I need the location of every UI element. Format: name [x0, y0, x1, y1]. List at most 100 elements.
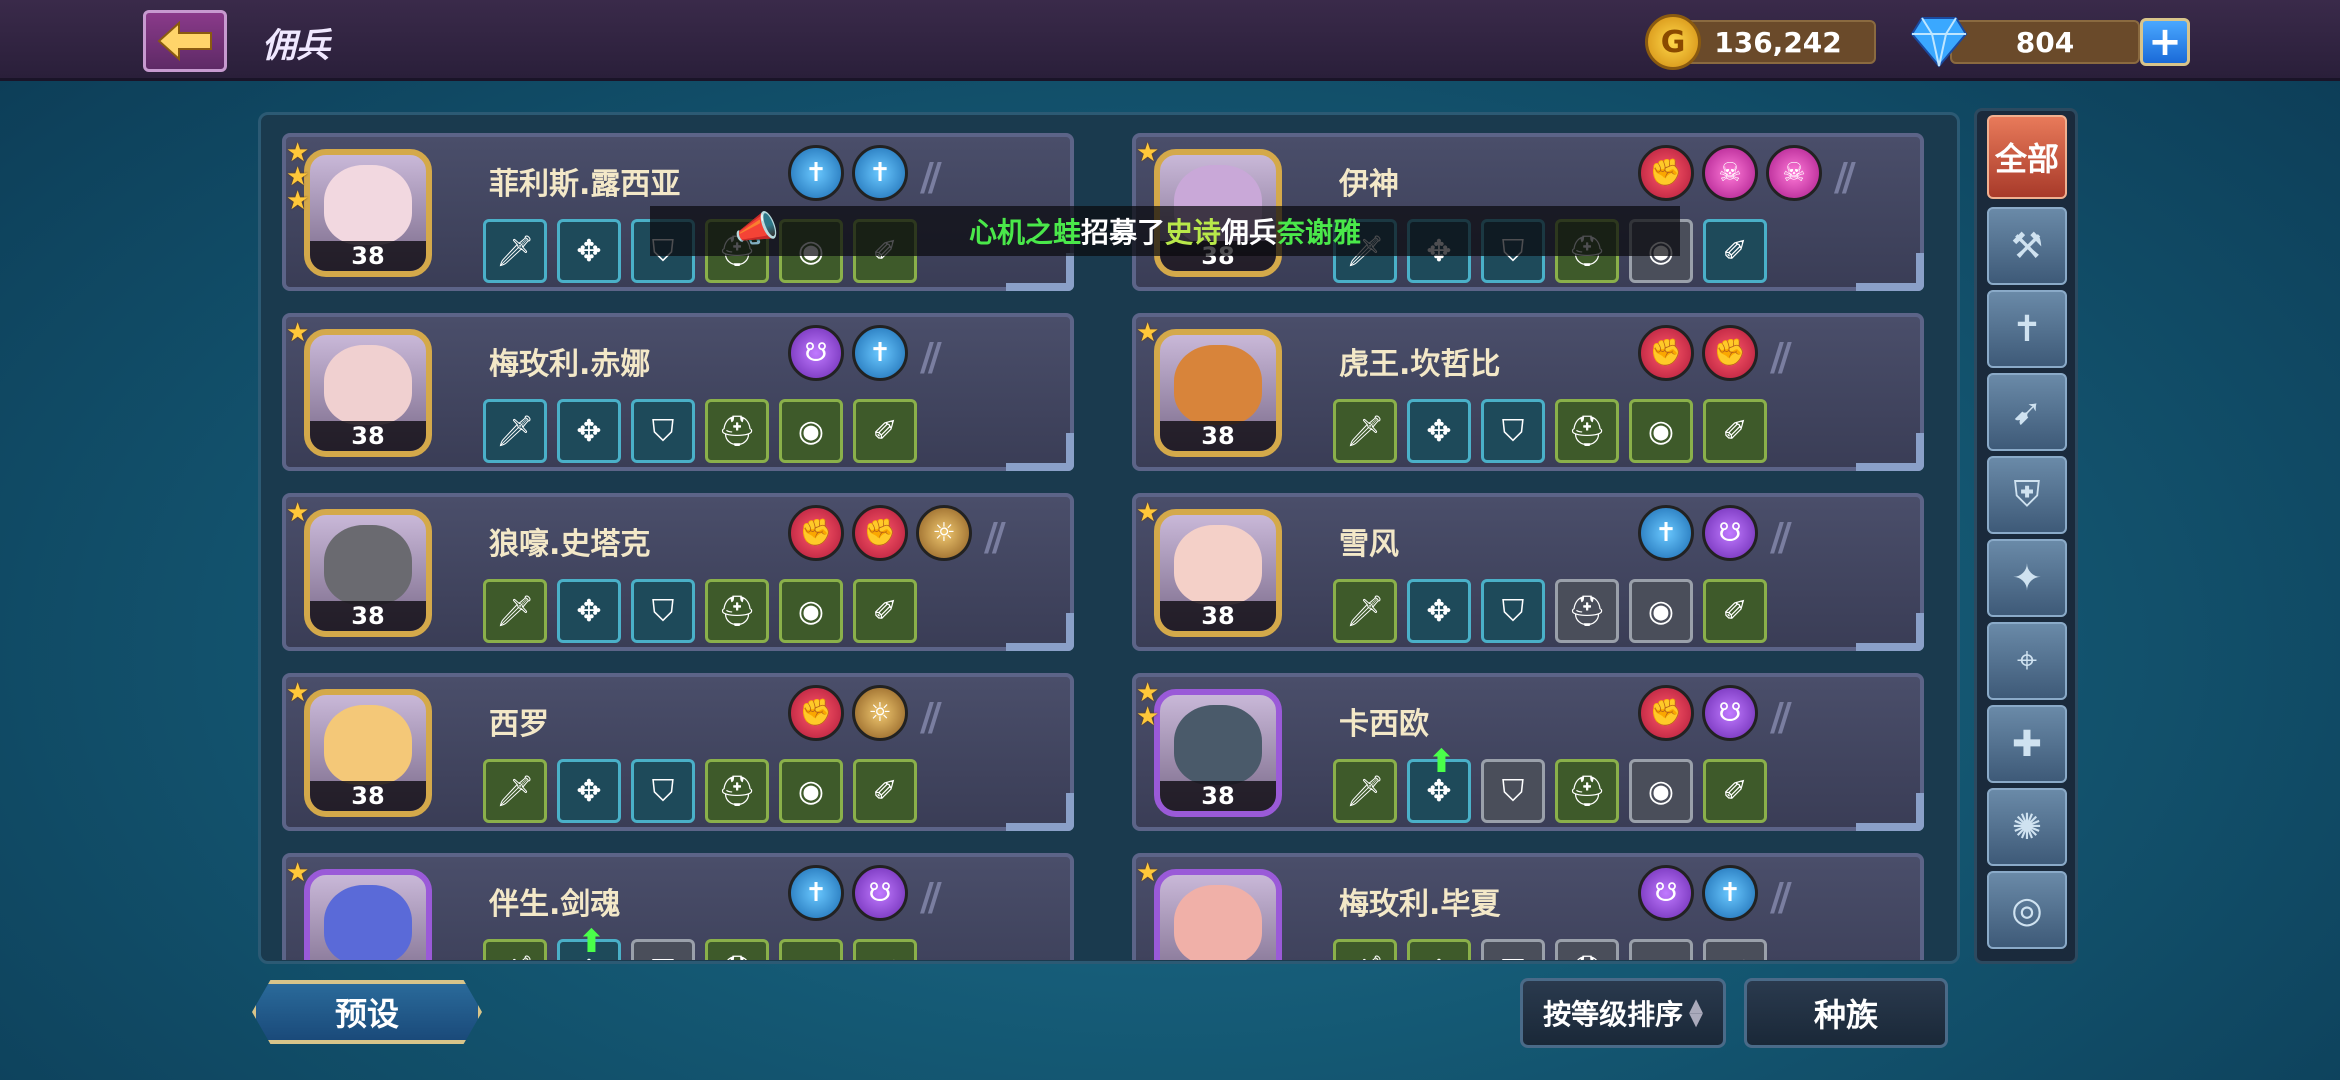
trait-blue-icon[interactable]: ✝ — [852, 325, 908, 381]
equipment-slot[interactable]: ✐ — [1703, 219, 1767, 283]
equipment-slot[interactable]: ✐ — [1703, 579, 1767, 643]
trait-pink-icon[interactable]: ☠ — [1702, 145, 1758, 201]
trait-gold-icon[interactable]: ☼ — [916, 505, 972, 561]
back-button[interactable] — [143, 10, 227, 72]
filter-all-button[interactable]: 全部 — [1987, 115, 2067, 199]
trait-red-icon[interactable]: ✊ — [788, 505, 844, 561]
equipment-slot[interactable]: ✥ — [1407, 399, 1471, 463]
filter-sword-icon[interactable]: ✝ — [1987, 290, 2067, 368]
hero-face — [324, 165, 412, 245]
equipment-slot[interactable]: ✐ — [853, 939, 917, 960]
equipment-slot[interactable]: 🗡 — [483, 759, 547, 823]
trait-blue-icon[interactable]: ✝ — [788, 865, 844, 921]
equipment-slot[interactable]: ✥ — [557, 579, 621, 643]
sort-by-level-button[interactable]: 按等级排序 ▲ ▼ — [1520, 978, 1726, 1048]
race-filter-button[interactable]: 种族 — [1744, 978, 1948, 1048]
trait-red-icon[interactable]: ✊ — [1702, 325, 1758, 381]
equipment-slot[interactable]: ✥⬆ — [1407, 742, 1471, 823]
equipment-slot[interactable]: ✥⬆ — [557, 922, 621, 960]
trait-red-icon[interactable]: ✊ — [852, 505, 908, 561]
equipment-slot[interactable]: 🗡 — [1333, 939, 1397, 960]
hero-card[interactable]: 38 ★ 虎王.坎哲比 ✊ ✊ // 🗡 ✥ ⛉ ⛑ ◉ ✐ — [1132, 313, 1924, 471]
equipment-slot[interactable]: ◉ — [779, 759, 843, 823]
equipment-slot[interactable]: ◉ — [1629, 759, 1693, 823]
trait-purple-icon[interactable]: ☋ — [852, 865, 908, 921]
equipment-slot[interactable]: ✐ — [1703, 759, 1767, 823]
equipment-slot[interactable]: ⛉ — [1481, 759, 1545, 823]
hero-card[interactable]: 38 ★ 梅玫利.赤娜 ☋ ✝ // 🗡 ✥ ⛉ ⛑ ◉ ✐ — [282, 313, 1074, 471]
filter-cross-icon[interactable]: ✚ — [1987, 705, 2067, 783]
equipment-slot[interactable]: ⛑ — [1555, 399, 1619, 463]
equipment-slot[interactable]: ◉ — [1629, 579, 1693, 643]
equipment-slot[interactable]: ⛑ — [1555, 579, 1619, 643]
equipment-slot[interactable]: 🗡 — [483, 579, 547, 643]
equipment-slot[interactable]: ✥ — [557, 219, 621, 283]
equipment-slot[interactable]: ⛑ — [705, 399, 769, 463]
equipment-slot[interactable]: 🗡 — [483, 399, 547, 463]
preset-button[interactable]: 预设 — [252, 980, 482, 1044]
trait-red-icon[interactable]: ✊ — [1638, 685, 1694, 741]
equipment-slot[interactable]: ✐ — [853, 399, 917, 463]
equipment-slot[interactable]: ⛉ — [1481, 399, 1545, 463]
filter-bow-icon[interactable]: ➹ — [1987, 373, 2067, 451]
trait-blue-icon[interactable]: ✝ — [1702, 865, 1758, 921]
equipment-slot[interactable]: ⛉ — [631, 399, 695, 463]
equipment-slot[interactable]: ⛉ — [1481, 579, 1545, 643]
hero-card[interactable]: 38 ★ 雪风 ✝ ☋ // 🗡 ✥ ⛉ ⛑ ◉ ✐ — [1132, 493, 1924, 651]
equipment-slot[interactable]: ✥ — [557, 759, 621, 823]
add-gems-button[interactable]: + — [2140, 18, 2190, 66]
hero-card[interactable]: 38 ★ 狼嚎.史塔克 ✊ ✊ ☼//🗡 ✥ ⛉ ⛑ ◉ ✐ — [282, 493, 1074, 651]
equipment-slot[interactable]: ⛑ — [1555, 939, 1619, 960]
trait-red-icon[interactable]: ✊ — [1638, 325, 1694, 381]
hero-card[interactable]: ★ 梅玫利.毕夏 ☋✝ // 🗡 ✥ ⛉ ⛑ ◉ ✐ — [1132, 853, 1924, 960]
equipment-slot[interactable]: ◉ — [779, 579, 843, 643]
trait-purple-icon[interactable]: ☋ — [1702, 685, 1758, 741]
equipment-slot[interactable]: ⛑ — [705, 759, 769, 823]
equipment-slot[interactable]: ⛉ — [631, 939, 695, 960]
hero-card[interactable]: 38 ★ 西罗 ✊ ☼ // 🗡 ✥ ⛉ ⛑ ◉ ✐ — [282, 673, 1074, 831]
trait-purple-icon[interactable]: ☋ — [788, 325, 844, 381]
equipment-slot[interactable]: ✐ — [1703, 399, 1767, 463]
hero-card[interactable]: ★ 伴生.剑魂 ✝☋ // 🗡 ✥⬆ ⛉ ⛑ ◉ ✐ — [282, 853, 1074, 960]
equipment-slot[interactable]: ◉ — [1629, 939, 1693, 960]
star-icon: ★ — [1136, 702, 1160, 732]
filter-shuriken-icon[interactable]: ✦ — [1987, 539, 2067, 617]
trait-red-icon[interactable]: ✊ — [788, 685, 844, 741]
trait-purple-icon[interactable]: ☋ — [1702, 505, 1758, 561]
equipment-slot[interactable]: ⛑ — [705, 939, 769, 960]
equipment-slot[interactable]: 🗡 — [483, 939, 547, 960]
filter-swirl-icon[interactable]: ✺ — [1987, 788, 2067, 866]
equipment-slot[interactable]: ⛑ — [1555, 759, 1619, 823]
equipment-slot[interactable]: ✥ — [1407, 579, 1471, 643]
trait-pink-icon[interactable]: ☠ — [1766, 145, 1822, 201]
filter-claw-icon[interactable]: ⌖ — [1987, 622, 2067, 700]
trait-blue-icon[interactable]: ✝ — [1638, 505, 1694, 561]
equipment-slot[interactable]: 🗡 — [483, 219, 547, 283]
equipment-slot[interactable]: ◉ — [779, 399, 843, 463]
equipment-slot[interactable]: ✥ — [1407, 939, 1471, 960]
equipment-slot[interactable]: ✥ — [557, 399, 621, 463]
trait-red-icon[interactable]: ✊ — [1638, 145, 1694, 201]
equipment-slot[interactable]: ⛉ — [631, 759, 695, 823]
equipment-slot[interactable]: ⛑ — [705, 579, 769, 643]
equipment-slot[interactable]: ✐ — [853, 579, 917, 643]
equipment-slot[interactable]: ⛉ — [1481, 939, 1545, 960]
equipment-slot[interactable]: 🗡 — [1333, 399, 1397, 463]
trait-blue-icon[interactable]: ✝ — [788, 145, 844, 201]
trait-blue-icon[interactable]: ✝ — [852, 145, 908, 201]
filter-circle-icon[interactable]: ◎ — [1987, 871, 2067, 949]
trait-gold-icon[interactable]: ☼ — [852, 685, 908, 741]
trait-purple-icon[interactable]: ☋ — [1638, 865, 1694, 921]
equipment-slot[interactable]: ⛉ — [631, 579, 695, 643]
equipment-slot[interactable]: ◉ — [779, 939, 843, 960]
equipment-slot[interactable]: 🗡 — [1333, 579, 1397, 643]
equipment-slot[interactable]: ✐ — [853, 759, 917, 823]
equipment-slot[interactable]: 🗡 — [1333, 759, 1397, 823]
equipment-slot[interactable]: ◉ — [1629, 399, 1693, 463]
filter-shield-icon[interactable]: ⛨ — [1987, 456, 2067, 534]
hero-card[interactable]: 38 ★ ★ 卡西欧 ✊ ☋ // 🗡 ✥ ⬆ ⛉ ⛑ ◉ ✐ — [1132, 673, 1924, 831]
equipment-slot[interactable]: ✐ — [1703, 939, 1767, 960]
equipment-item-icon: ⛉ — [651, 593, 675, 629]
filter-hammer-icon[interactable]: ⚒ — [1987, 207, 2067, 285]
equipment-row: 🗡 ✥ ⛉ ⛑ ◉ ✐ — [483, 579, 917, 643]
